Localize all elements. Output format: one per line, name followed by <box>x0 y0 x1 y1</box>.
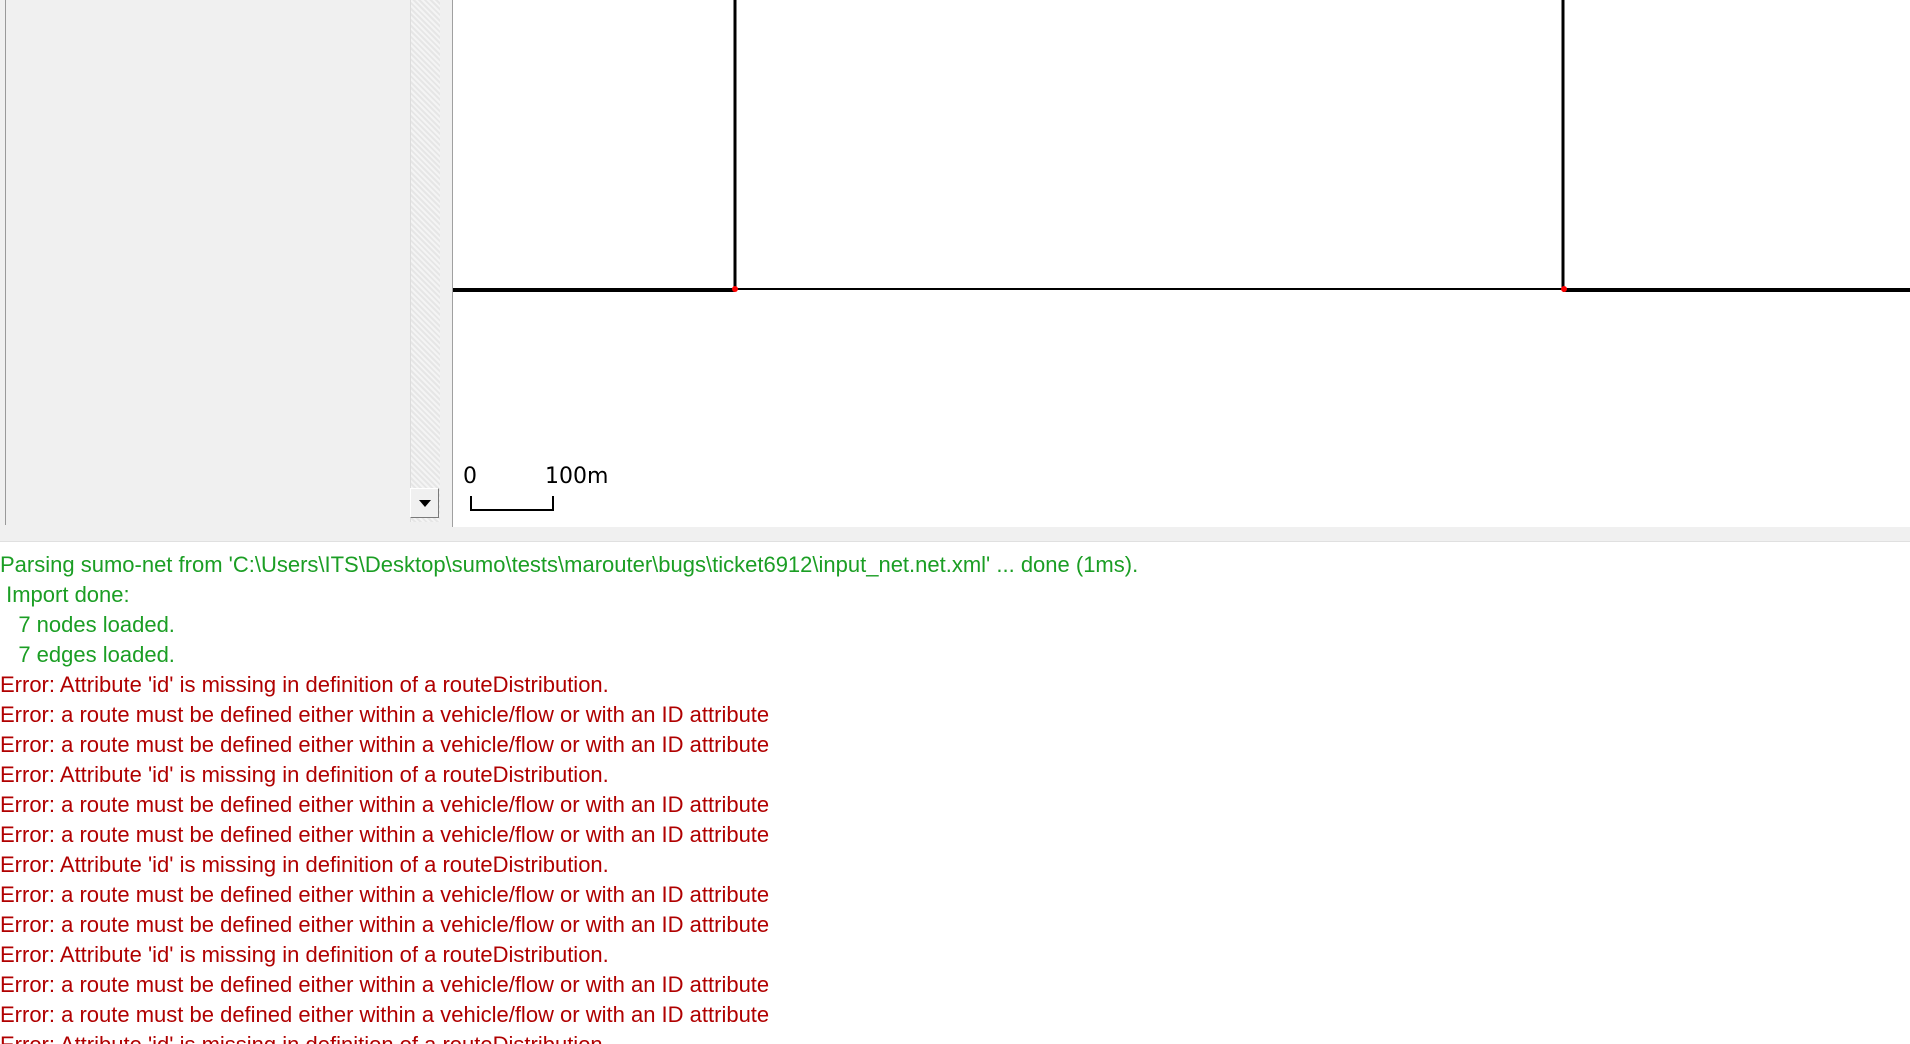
message-log: Parsing sumo-net from 'C:\Users\ITS\Desk… <box>0 548 1910 1044</box>
log-line-error: Error: a route must be defined either wi… <box>0 882 770 907</box>
log-line-error: Error: Attribute 'id' is missing in defi… <box>0 672 609 697</box>
network-canvas <box>453 0 1910 511</box>
log-line-info: 7 edges loaded. <box>0 642 175 667</box>
log-line-error: Error: a route must be defined either wi… <box>0 732 770 757</box>
panel-content <box>6 0 408 525</box>
log-line-error: Error: a route must be defined either wi… <box>0 912 770 937</box>
vertical-splitter[interactable] <box>440 0 453 527</box>
log-line-error: Error: a route must be defined either wi… <box>0 1002 770 1027</box>
vertical-scrollbar[interactable] <box>410 0 440 522</box>
sumo-gui-window: 0 100m Parsing sumo-net from 'C:\Users\I… <box>0 0 1910 1044</box>
scale-bar <box>470 496 554 511</box>
log-line-error: Error: a route must be defined either wi… <box>0 822 770 847</box>
log-line-error: Error: a route must be defined either wi… <box>0 792 770 817</box>
log-line-error: Error: a route must be defined either wi… <box>0 702 770 727</box>
log-line-error: Error: Attribute 'id' is missing in defi… <box>0 852 609 877</box>
log-line-error: Error: Attribute 'id' is missing in defi… <box>0 942 609 967</box>
network-view[interactable]: 0 100m <box>453 0 1910 525</box>
left-side-panel <box>0 0 453 527</box>
junction-node-2[interactable] <box>1561 286 1567 292</box>
log-line-error: Error: a route must be defined either wi… <box>0 972 770 997</box>
arrow-down-icon <box>419 500 431 507</box>
scroll-down-button[interactable] <box>410 488 439 518</box>
log-line-info: 7 nodes loaded. <box>0 612 175 637</box>
horizontal-splitter[interactable] <box>0 527 1910 542</box>
scale-zero-label: 0 <box>463 464 477 489</box>
log-line-error: Error: Attribute 'id' is missing in defi… <box>0 1030 609 1044</box>
log-line-info: Import done: <box>0 582 130 607</box>
log-line-info: Parsing sumo-net from 'C:\Users\ITS\Desk… <box>0 552 1139 577</box>
junction-node-1[interactable] <box>732 286 738 292</box>
scale-distance-label: 100m <box>545 464 609 489</box>
log-line-error: Error: Attribute 'id' is missing in defi… <box>0 762 609 787</box>
